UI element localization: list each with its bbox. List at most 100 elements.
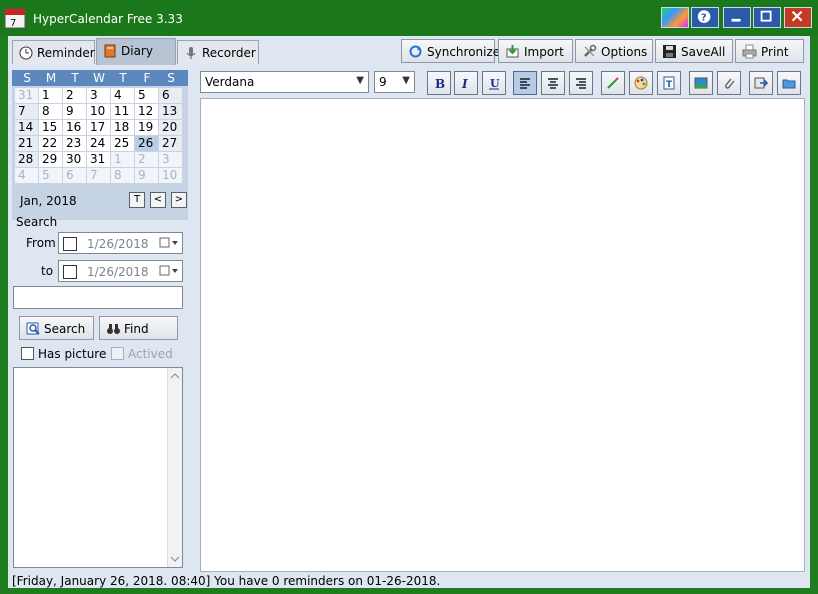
calendar-day[interactable]: 10: [87, 104, 110, 119]
calendar-day[interactable]: 30: [63, 152, 86, 167]
insert-text-button[interactable]: T: [657, 71, 681, 95]
calendar-day[interactable]: 23: [63, 136, 86, 151]
import-button[interactable]: Import: [498, 39, 573, 63]
calendar-day[interactable]: 1: [111, 152, 134, 167]
tab-recorder[interactable]: Recorder: [177, 40, 259, 64]
find-button[interactable]: Find: [99, 316, 178, 340]
saveall-button[interactable]: SaveAll: [655, 39, 733, 63]
svg-text:?: ?: [701, 13, 707, 24]
search-icon: [26, 322, 40, 335]
synchronize-button[interactable]: Synchronize: [401, 39, 500, 63]
calendar-day[interactable]: 20: [159, 120, 182, 135]
italic-button[interactable]: I: [454, 71, 478, 95]
calendar-day[interactable]: 2: [63, 88, 86, 103]
calendar-day[interactable]: 19: [135, 120, 158, 135]
calendar-day[interactable]: 22: [39, 136, 62, 151]
has-picture-label: Has picture: [38, 347, 107, 361]
calendar-day[interactable]: 8: [111, 168, 134, 183]
window-title: HyperCalendar Free 3.33: [33, 12, 183, 26]
calendar-day[interactable]: 28: [15, 152, 38, 167]
to-date-picker[interactable]: 1/26/2018: [58, 260, 183, 282]
calendar-day[interactable]: 8: [39, 104, 62, 119]
text-frame-icon: T: [663, 76, 675, 90]
calendar-day[interactable]: 7: [87, 168, 110, 183]
calendar-day[interactable]: 17: [87, 120, 110, 135]
from-date-checkbox[interactable]: [63, 237, 77, 251]
calendar-day[interactable]: 11: [111, 104, 134, 119]
calendar-day[interactable]: 7: [15, 104, 38, 119]
options-button[interactable]: Options: [575, 39, 653, 63]
export-button[interactable]: [749, 71, 773, 95]
calendar-day[interactable]: 3: [87, 88, 110, 103]
calendar-day[interactable]: 25: [111, 136, 134, 151]
calendar-next-button[interactable]: >: [171, 192, 187, 208]
maximize-button[interactable]: [753, 7, 781, 28]
calendar-day[interactable]: 1: [39, 88, 62, 103]
weekday-label: T: [119, 71, 127, 85]
search-button[interactable]: Search: [19, 316, 94, 340]
to-date-checkbox[interactable]: [63, 265, 77, 279]
calendar-day[interactable]: 15: [39, 120, 62, 135]
maximize-icon: [760, 10, 772, 22]
calendar-today-button[interactable]: T: [129, 192, 145, 208]
align-right-button[interactable]: [569, 71, 593, 95]
from-date-picker[interactable]: 1/26/2018: [58, 232, 183, 254]
font-size-select[interactable]: 9 ▼: [374, 71, 415, 93]
calendar-day[interactable]: 21: [15, 136, 38, 151]
search-keyword-input[interactable]: [13, 286, 183, 309]
calendar-day[interactable]: 31: [87, 152, 110, 167]
tab-diary[interactable]: Diary: [96, 38, 176, 65]
has-picture-checkbox[interactable]: [21, 347, 34, 360]
background-color-button[interactable]: [629, 71, 653, 95]
calendar-day[interactable]: 5: [39, 168, 62, 183]
calendar-day[interactable]: 16: [63, 120, 86, 135]
calendar-day[interactable]: 31: [15, 88, 38, 103]
scroll-up-icon[interactable]: [168, 371, 182, 381]
close-button[interactable]: [784, 7, 812, 28]
tab-reminder[interactable]: Reminder: [12, 40, 95, 64]
open-folder-button[interactable]: [777, 71, 801, 95]
calendar-day[interactable]: 5: [135, 88, 158, 103]
diary-editor[interactable]: [200, 98, 805, 572]
calendar-day[interactable]: 3: [159, 152, 182, 167]
calendar-day[interactable]: 18: [111, 120, 134, 135]
calendar-day[interactable]: 6: [63, 168, 86, 183]
minimize-button[interactable]: [723, 7, 751, 28]
import-label: Import: [524, 45, 564, 59]
print-button[interactable]: Print: [735, 39, 804, 63]
to-label: to: [41, 264, 54, 278]
calendar-day[interactable]: 2: [135, 152, 158, 167]
calendar-day[interactable]: 10: [159, 168, 182, 183]
calendar-day[interactable]: 6: [159, 88, 182, 103]
picture-icon: [694, 77, 708, 89]
calendar-day[interactable]: 26: [135, 136, 158, 151]
attach-file-button[interactable]: [717, 71, 741, 95]
calendar-day[interactable]: 4: [111, 88, 134, 103]
search-results-list[interactable]: [13, 367, 183, 568]
title-bar[interactable]: 7 HyperCalendar Free 3.33 ?: [0, 0, 818, 36]
theme-button[interactable]: [661, 7, 689, 28]
font-family-select[interactable]: Verdana ▼: [200, 71, 369, 93]
calendar-day[interactable]: 29: [39, 152, 62, 167]
calendar-day[interactable]: 27: [159, 136, 182, 151]
close-icon: [791, 10, 803, 22]
align-center-button[interactable]: [541, 71, 565, 95]
calendar-day[interactable]: 12: [135, 104, 158, 119]
calendar-prev-button[interactable]: <: [150, 192, 166, 208]
help-button[interactable]: ?: [691, 7, 719, 28]
align-left-button[interactable]: [513, 71, 537, 95]
scroll-down-icon[interactable]: [168, 554, 182, 564]
calendar-day[interactable]: 24: [87, 136, 110, 151]
text-color-button[interactable]: [601, 71, 625, 95]
results-scrollbar[interactable]: [167, 368, 182, 567]
calendar-day[interactable]: 9: [63, 104, 86, 119]
underline-button[interactable]: U: [482, 71, 506, 95]
actived-checkbox[interactable]: [111, 347, 124, 360]
calendar-day[interactable]: 13: [159, 104, 182, 119]
bold-button[interactable]: B: [427, 71, 451, 95]
calendar-day[interactable]: 4: [15, 168, 38, 183]
svg-text:B: B: [435, 77, 445, 90]
calendar-day[interactable]: 9: [135, 168, 158, 183]
insert-picture-button[interactable]: [689, 71, 713, 95]
calendar-day[interactable]: 14: [15, 120, 38, 135]
